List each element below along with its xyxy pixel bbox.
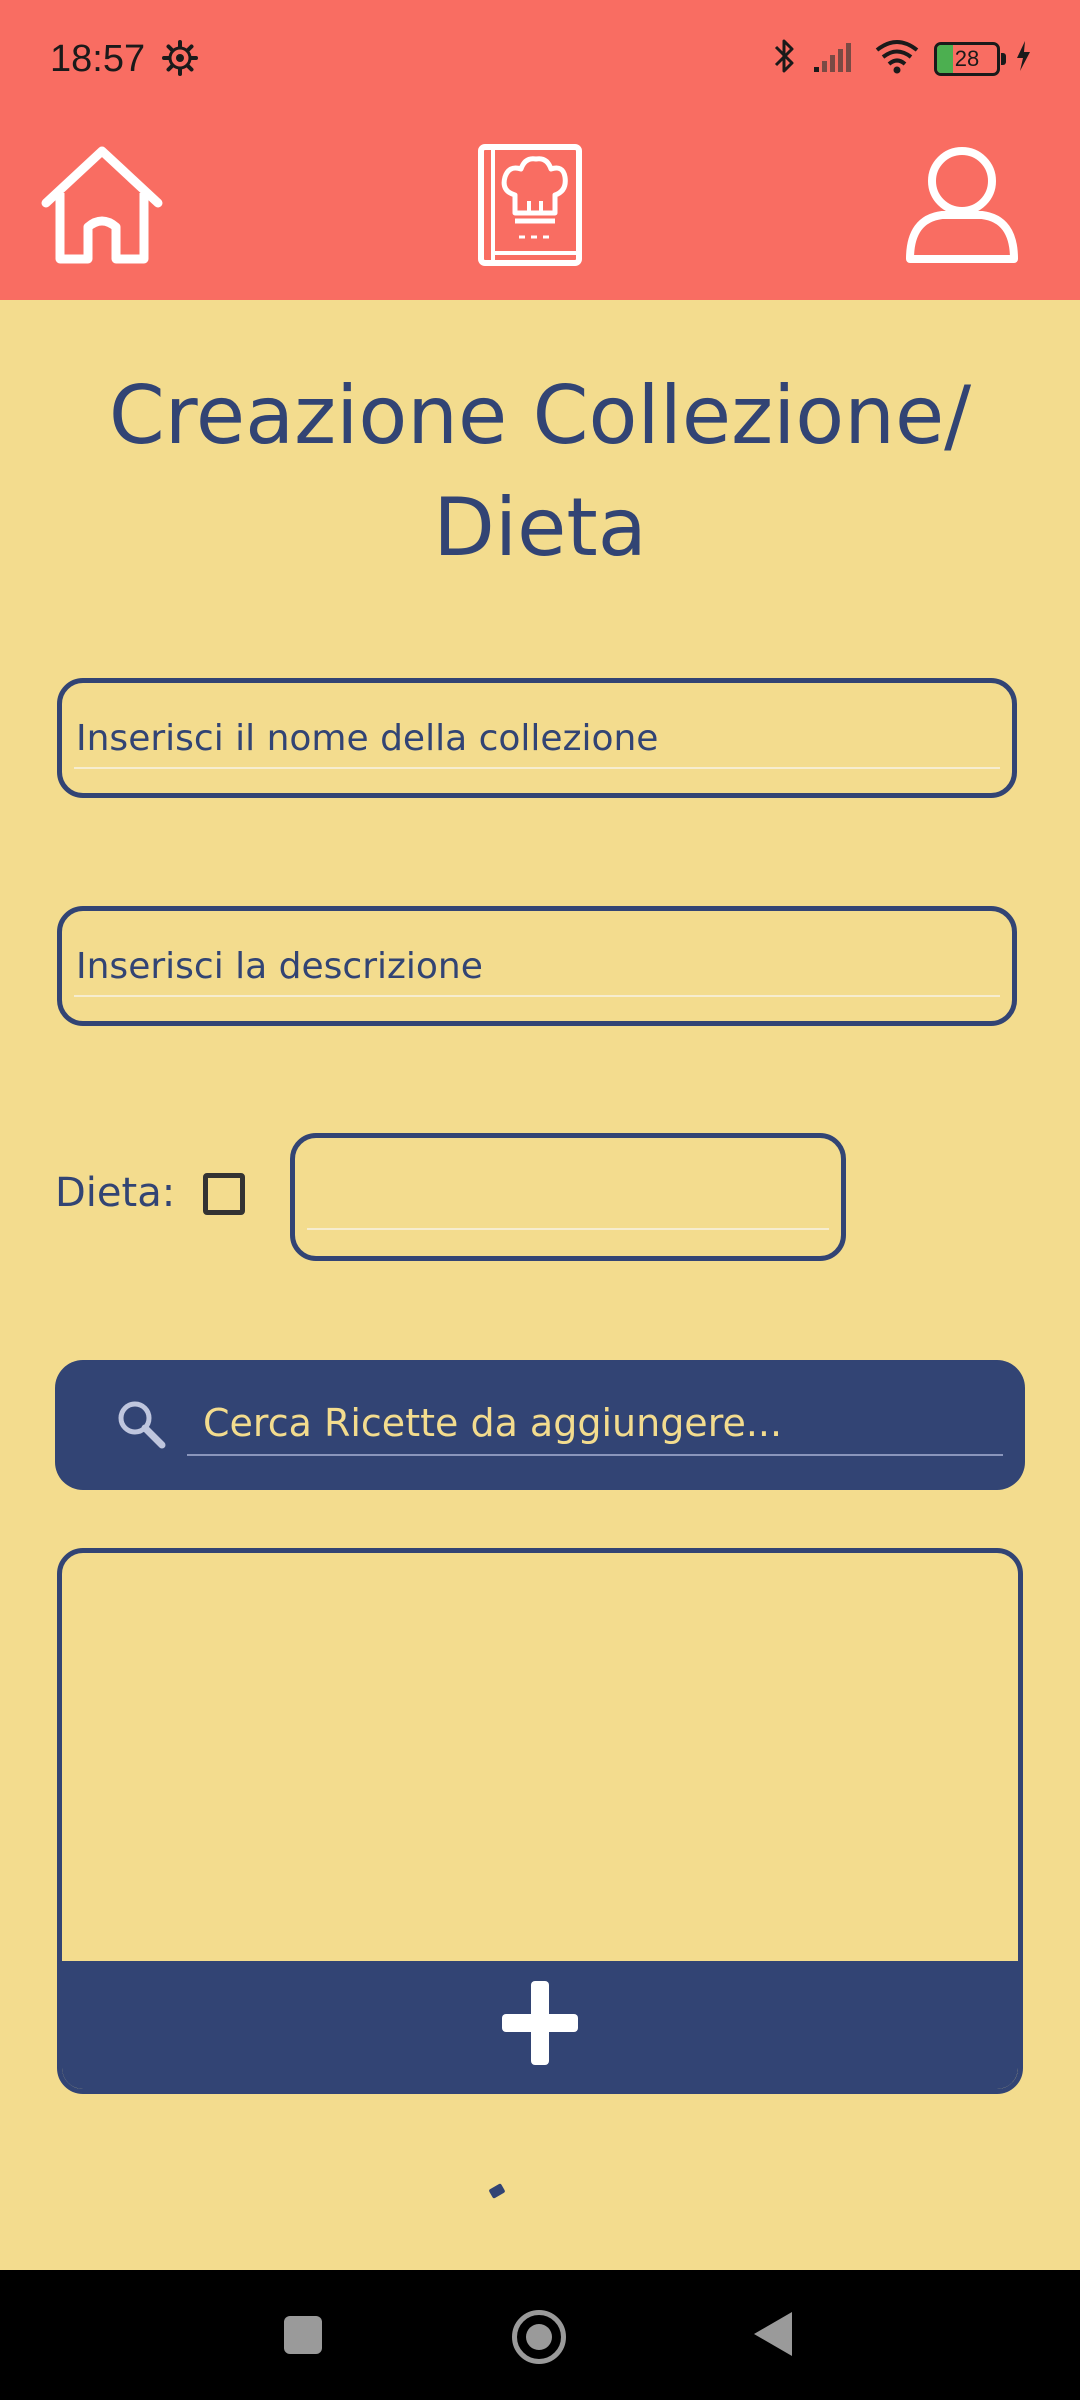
recipe-list <box>57 1548 1023 2094</box>
status-time: 18:57 <box>50 38 146 80</box>
app-bar <box>0 120 1080 300</box>
collection-name-field <box>57 678 1017 798</box>
home-system-button[interactable] <box>512 2310 566 2364</box>
profile-button[interactable] <box>887 132 1037 282</box>
description-input[interactable] <box>74 937 1000 997</box>
status-bar: 18:57 28 <box>0 0 1080 120</box>
diet-field <box>290 1133 846 1261</box>
recipe-search-bar <box>55 1360 1025 1490</box>
profile-icon <box>902 141 1022 274</box>
page-title: Creazione Collezione/ Dieta <box>60 360 1020 584</box>
collection-name-input[interactable] <box>74 709 1000 769</box>
add-recipe-button[interactable] <box>62 1961 1018 2089</box>
page-title-line-2: Dieta <box>433 481 647 574</box>
bluetooth-icon <box>772 36 798 81</box>
home-icon <box>38 141 166 274</box>
battery-level: 28 <box>954 45 980 71</box>
page-title-line-1: Creazione Collezione/ <box>108 369 972 462</box>
search-icon <box>115 1398 167 1455</box>
charging-icon <box>1014 39 1032 78</box>
recent-apps-button[interactable] <box>284 2316 322 2354</box>
home-button[interactable] <box>27 132 177 282</box>
back-button[interactable] <box>754 2312 792 2356</box>
plus-icon <box>500 1979 580 2072</box>
description-field <box>57 906 1017 1026</box>
loading-indicator <box>488 2183 506 2199</box>
settings-gear-icon <box>162 40 198 81</box>
diet-label: Dieta: <box>55 1170 176 1216</box>
wifi-icon <box>874 38 920 79</box>
diet-input[interactable] <box>307 1168 829 1230</box>
signal-icon <box>812 39 860 78</box>
recipe-book-icon <box>475 141 585 274</box>
recipe-book-button[interactable] <box>455 132 605 282</box>
diet-checkbox[interactable] <box>203 1173 245 1215</box>
system-nav-bar <box>0 2270 1080 2400</box>
recipe-search-input[interactable] <box>187 1392 1003 1456</box>
battery-icon: 28 <box>934 41 1006 76</box>
